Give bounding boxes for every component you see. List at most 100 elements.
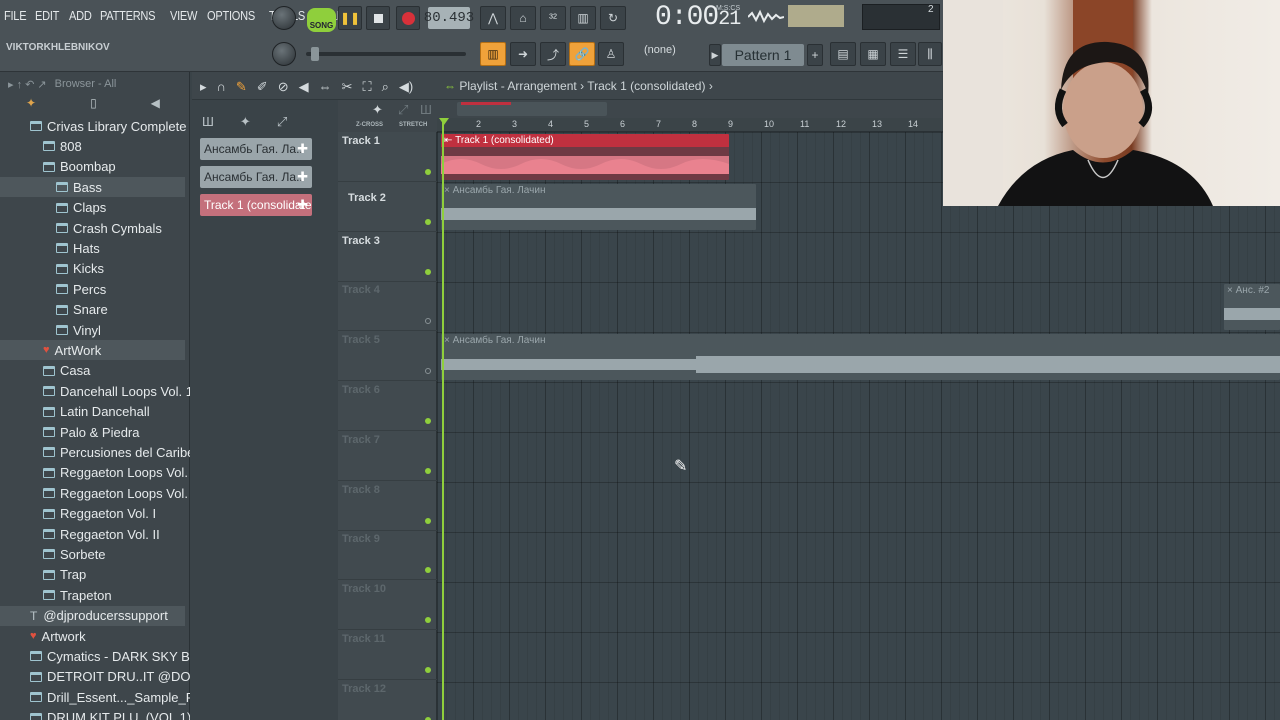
track-mute-toggle[interactable] (425, 517, 431, 524)
browser-item[interactable]: Bass (0, 177, 185, 198)
audio-clip[interactable]: × Анс. #2 (1224, 284, 1280, 330)
channel-rack-button[interactable]: ☰ (890, 42, 916, 66)
browser-item[interactable]: Claps (0, 198, 185, 218)
position-slider[interactable] (306, 52, 466, 56)
browser-item[interactable]: Sorbete (0, 544, 185, 564)
track-mute-toggle[interactable] (425, 467, 431, 474)
playhead-marker-icon[interactable] (439, 118, 449, 125)
menu-view[interactable]: VIEW (170, 8, 197, 23)
track-mute-toggle[interactable] (425, 218, 431, 225)
browser-item[interactable]: Reggaeton Loops Vol. I (0, 463, 190, 483)
curve-button[interactable]: ⤴ (540, 42, 566, 66)
arrow-button[interactable]: ➜ (510, 42, 536, 66)
browser-item[interactable]: Boombap (0, 157, 185, 177)
automation-icon[interactable]: ⤢ (277, 114, 287, 130)
piano-icon[interactable]: Ш (202, 114, 214, 130)
pattern-arrow-button[interactable]: ▶ (709, 44, 721, 66)
browser-item[interactable]: 808 (0, 136, 185, 156)
star-icon[interactable]: ✦ (26, 96, 36, 116)
mixer-button[interactable]: ⫼ (918, 42, 942, 66)
track-header[interactable]: Track 5 (338, 331, 437, 382)
menu-options[interactable]: OPTIONS (207, 8, 255, 23)
playlist-window-button[interactable]: ▤ (830, 42, 856, 66)
audio-clip[interactable]: × Ансамбь Гая. Лачин (441, 184, 756, 230)
audio-clip[interactable]: × Ансамбь Гая. Лачин (441, 334, 1280, 380)
snap-button[interactable]: ▥ (480, 42, 506, 66)
track-header[interactable]: Track 1 (338, 132, 437, 182)
track-mute-toggle[interactable] (425, 169, 431, 175)
countdown-button[interactable]: ³² (540, 6, 566, 30)
browser-item[interactable]: Crivas Library Complete (0, 116, 186, 136)
clip-close-icon[interactable]: × (1227, 285, 1236, 296)
browser-item[interactable]: DRUM KIT PLU..(VOL.1) (1) (0, 708, 190, 720)
piano-small-icon[interactable]: Ш (420, 102, 432, 117)
master-pitch-knob[interactable] (272, 42, 296, 66)
track-header[interactable]: Track 8 (338, 481, 437, 531)
browser-item[interactable]: Palo & Piedra (0, 422, 185, 442)
clip-source-button[interactable]: Ансамбь Гая. Ла.. ✚ (200, 166, 312, 188)
select-icon[interactable]: ⛶ (363, 79, 372, 95)
link-button[interactable]: 🔗 (569, 42, 595, 66)
magnet-icon[interactable]: ∩ (217, 79, 226, 95)
slice-icon[interactable]: ✂ (342, 79, 353, 95)
record-button[interactable] (396, 6, 420, 30)
speaker-icon[interactable]: ◀ (151, 96, 160, 116)
audio-icon[interactable]: ✦ (240, 114, 251, 130)
browser-item[interactable]: Drill_Essent..._Sample_Pack (0, 687, 190, 707)
track-mute-toggle[interactable] (425, 268, 431, 275)
track-mute-toggle[interactable] (425, 418, 431, 424)
browser-item[interactable]: Kicks (0, 259, 185, 279)
piano-roll-button[interactable]: ▦ (860, 42, 886, 66)
tempo-display[interactable]: 80.493 (424, 7, 474, 29)
browser-item[interactable]: Reggaeton Loops Vol. II (0, 483, 190, 503)
browser-item[interactable]: Cymatics - DARK SKY Bundle (0, 646, 190, 666)
playhead[interactable] (442, 118, 444, 720)
browser-item[interactable]: Vinyl (0, 320, 185, 340)
play-menu-icon[interactable]: ▸ (200, 79, 207, 95)
stamp-button[interactable]: ♙ (598, 42, 624, 66)
slip-icon[interactable]: ⇔ (319, 79, 332, 95)
clip-source-button[interactable]: Track 1 (consolidated) ✚ (200, 194, 312, 216)
browser-item[interactable]: Reggaeton Vol. II (0, 524, 185, 544)
menu-file[interactable]: FILE (4, 8, 27, 23)
menu-patterns[interactable]: PATTERNS (100, 8, 156, 23)
browser-item[interactable]: Hats (0, 238, 185, 258)
browser-item[interactable]: ♥ Artwork (0, 626, 185, 646)
delete-icon[interactable]: ⊘ (278, 79, 289, 95)
browser-item[interactable]: Reggaeton Vol. I (0, 504, 185, 524)
browser-nav-icon[interactable]: ▸ ↑ ↶ ↗ (8, 78, 47, 91)
playlist-scrollbar[interactable] (437, 100, 942, 118)
browser-item[interactable]: Casa (0, 361, 185, 381)
track-mute-toggle[interactable] (425, 368, 431, 375)
stretch-tool-icon[interactable]: ⤢ (398, 102, 408, 118)
add-pattern-button[interactable]: + (807, 44, 823, 66)
clip-menu-icon[interactable]: ⇤ (444, 135, 455, 146)
browser-item[interactable]: DETROIT DRU..IT @DOPEKIT (0, 667, 190, 687)
clip-source-add-icon[interactable]: ✚ (297, 169, 308, 185)
audio-clip[interactable]: ⇤ Track 1 (consolidated) (441, 134, 729, 180)
browser-item[interactable]: ♥ ArtWork (0, 340, 185, 361)
playback-icon[interactable]: ◀) (399, 79, 413, 95)
track-header[interactable]: Track 7 (338, 431, 437, 481)
track-mute-toggle[interactable] (425, 617, 431, 624)
menu-edit[interactable]: EDIT (35, 8, 59, 23)
browser-item[interactable]: Snare (0, 300, 185, 320)
paint-icon[interactable]: ✐ (257, 79, 268, 95)
track-mute-toggle[interactable] (425, 667, 431, 673)
track-header[interactable]: Track 6 (338, 381, 437, 431)
browser-item[interactable]: Trap (0, 565, 185, 585)
track-mute-toggle[interactable] (425, 318, 431, 325)
pattern-selector[interactable]: Pattern 1 (722, 44, 804, 66)
song-mode-button[interactable]: SONG (307, 8, 336, 32)
clip-source-add-icon[interactable]: ✚ (297, 141, 308, 157)
playlist-arrows-icon[interactable]: ⇔ (444, 79, 456, 93)
wait-input-button[interactable]: ⌂ (510, 6, 536, 30)
track-header[interactable]: Track 2 (338, 182, 437, 232)
browser-item[interactable]: Dancehall Loops Vol. 1 (0, 381, 190, 401)
clip-close-icon[interactable]: × (444, 335, 453, 346)
track-header[interactable]: Track 11 (338, 630, 437, 680)
browser-item[interactable]: Crash Cymbals (0, 218, 185, 238)
track-header[interactable]: Track 9 (338, 530, 437, 581)
track-header[interactable]: Track 10 (338, 580, 437, 631)
browser-item[interactable]: T @djproducerssupport (0, 605, 185, 626)
